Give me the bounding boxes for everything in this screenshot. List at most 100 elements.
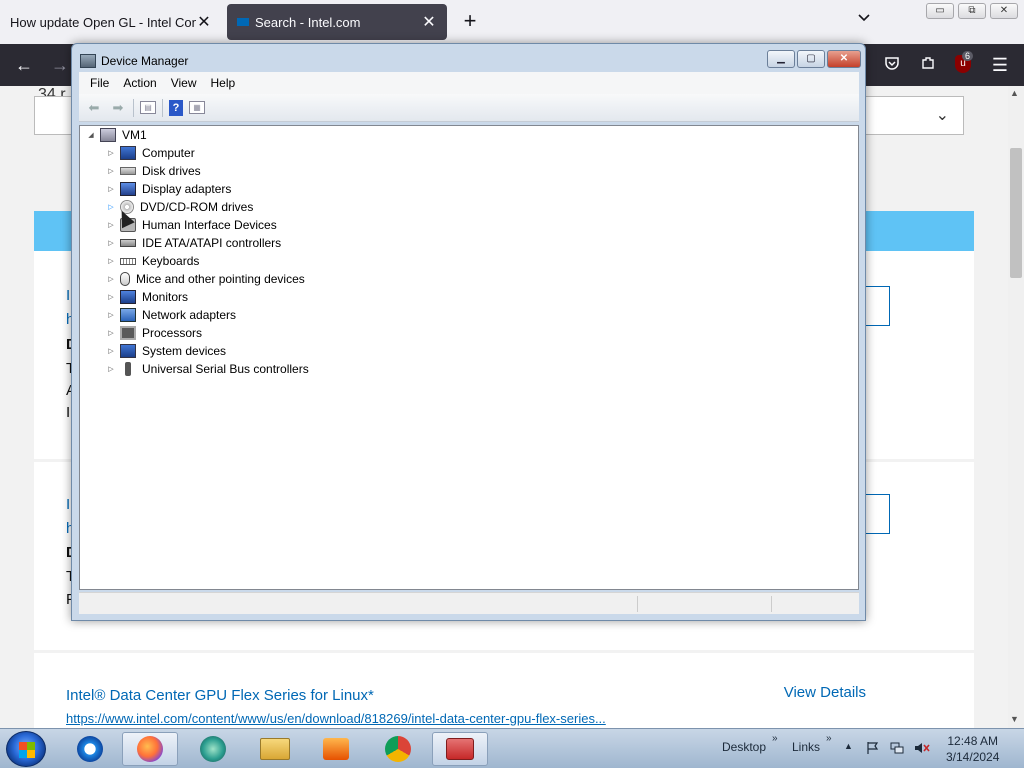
menu-action[interactable]: Action [116,76,163,90]
back-arrow-icon[interactable]: ⬅ [85,100,103,116]
scroll-down-icon[interactable]: ▼ [1010,714,1019,724]
tree-item-ide-ata-atapi-controllers[interactable]: ▷ IDE ATA/ATAPI controllers [106,234,281,252]
tab-how-update-opengl[interactable]: How update Open GL - Intel Comm ✕ [0,4,222,40]
back-button[interactable]: ← [12,53,36,77]
minimize-button[interactable]: ▁ [767,50,795,68]
new-tab-button[interactable]: + [458,10,482,34]
device-tree: ◢ VM1 ▷ Computer ▷ Disk drives ▷ Display… [79,125,859,590]
tree-label: VM1 [122,128,147,142]
tab-search-intel[interactable]: Search - Intel.com ✕ [227,4,447,40]
usb-icon [125,362,131,376]
toolbox-icon [446,738,474,760]
tree-item-mice[interactable]: ▷ Mice and other pointing devices [106,270,305,288]
expand-arrow-icon[interactable]: ▷ [106,257,116,265]
toolbar-separator [133,98,134,117]
browser-restore-button[interactable]: ⧉ [958,3,986,19]
menu-file[interactable]: File [83,76,116,90]
tree-item-disk-drives[interactable]: ▷ Disk drives [106,162,200,180]
view-details-link[interactable]: View Details [784,684,866,701]
forward-arrow-icon[interactable]: ➡ [109,100,127,116]
tree-label: Monitors [142,290,189,304]
tree-item-network-adapters[interactable]: ▷ Network adapters [106,306,236,324]
clock-date: 3/14/2024 [946,750,1000,764]
card-text-fragment[interactable]: I [66,496,70,513]
chrome-icon [385,736,411,762]
volume-muted-icon[interactable] [914,741,930,755]
collapse-arrow-icon[interactable]: ◢ [86,131,96,139]
card-text-fragment[interactable]: I [66,287,70,304]
desktop-toolbar-more-icon[interactable]: » [772,733,778,744]
expand-arrow-icon[interactable]: ▷ [106,293,116,301]
forward-button[interactable]: → [48,53,72,77]
pocket-icon[interactable] [880,53,904,77]
monitor-icon [120,290,136,304]
taskbar-file-explorer[interactable] [247,732,303,766]
expand-arrow-icon[interactable]: ▷ [106,149,116,157]
show-hidden-icons-icon[interactable]: ▲ [844,741,858,755]
links-toolbar-label[interactable]: Links [792,740,820,754]
taskbar-chrome[interactable] [370,732,426,766]
start-button[interactable] [6,731,46,767]
menu-bar: File Action View Help [79,72,859,94]
result-url-link[interactable]: https://www.intel.com/content/www/us/en/… [66,711,606,726]
view-details-button[interactable] [864,286,890,326]
menu-help[interactable]: Help [204,76,243,90]
expand-arrow-icon[interactable]: ▷ [106,239,116,247]
properties-icon[interactable]: ▦ [189,101,205,114]
tab-close-icon[interactable]: ✕ [196,12,212,32]
tree-root-vm1[interactable]: ◢ VM1 [86,126,147,144]
browser-minimize-button[interactable]: ▭ [926,3,954,19]
extensions-icon[interactable] [916,53,940,77]
taskbar-app-3[interactable] [185,732,241,766]
extension-badge: 6 [962,51,974,61]
action-center-flag-icon[interactable] [866,741,880,755]
expand-arrow-icon[interactable]: ▷ [106,221,116,229]
help-icon[interactable]: ? [169,99,183,116]
expand-arrow-icon[interactable]: ▷ [106,311,116,319]
clock-time: 12:48 AM [947,734,999,748]
menu-view[interactable]: View [164,76,204,90]
expand-arrow-icon[interactable]: ▷ [106,167,116,175]
list-all-tabs-button[interactable] [852,10,876,34]
tab-close-icon[interactable]: ✕ [421,12,437,32]
links-toolbar-more-icon[interactable]: » [826,733,832,744]
window-title-bar[interactable]: Device Manager [80,52,188,70]
tree-item-monitors[interactable]: ▷ Monitors [106,288,188,306]
tree-item-computer[interactable]: ▷ Computer [106,144,195,162]
tree-item-display-adapters[interactable]: ▷ Display adapters [106,180,231,198]
show-hide-console-tree-icon[interactable]: ▤ [140,101,156,114]
app-menu-button[interactable]: ☰ [988,53,1012,77]
taskbar-firefox[interactable] [122,732,178,766]
expand-arrow-icon[interactable]: ▷ [106,185,116,193]
display-adapter-icon [120,182,136,196]
page-scrollbar-thumb[interactable] [1010,148,1022,278]
network-icon[interactable] [890,741,904,755]
expand-arrow-icon[interactable]: ▷ [106,329,116,337]
browser-close-button[interactable]: ✕ [990,3,1018,19]
maximize-button[interactable]: ▢ [797,50,825,68]
tree-label: Network adapters [142,308,237,322]
system-clock[interactable]: 12:48 AM 3/14/2024 [946,733,999,765]
tree-item-system-devices[interactable]: ▷ System devices [106,342,226,360]
tree-item-processors[interactable]: ▷ Processors [106,324,202,342]
expand-arrow-icon[interactable]: ▷ [106,203,116,211]
result-title-link[interactable]: Intel® Data Center GPU Flex Series for L… [66,687,374,704]
expand-arrow-icon[interactable]: ▷ [106,275,116,283]
expand-arrow-icon[interactable]: ▷ [106,365,116,373]
tree-label: DVD/CD-ROM drives [140,200,254,214]
taskbar-internet-explorer[interactable] [62,732,118,766]
network-adapter-icon [120,308,136,322]
tree-item-usb-controllers[interactable]: ▷ Universal Serial Bus controllers [106,360,309,378]
taskbar-device-manager[interactable] [432,732,488,766]
close-button[interactable]: ✕ [827,50,861,68]
processor-icon [120,326,136,340]
expand-arrow-icon[interactable]: ▷ [106,347,116,355]
tree-item-keyboards[interactable]: ▷ Keyboards [106,252,199,270]
tree-label: Display adapters [142,182,232,196]
status-bar [79,592,859,614]
desktop-toolbar-label[interactable]: Desktop [722,740,766,754]
taskbar-media-player[interactable] [308,732,364,766]
tree-label: System devices [142,344,227,358]
view-details-button[interactable] [864,494,890,534]
scroll-up-icon[interactable]: ▲ [1010,88,1019,98]
